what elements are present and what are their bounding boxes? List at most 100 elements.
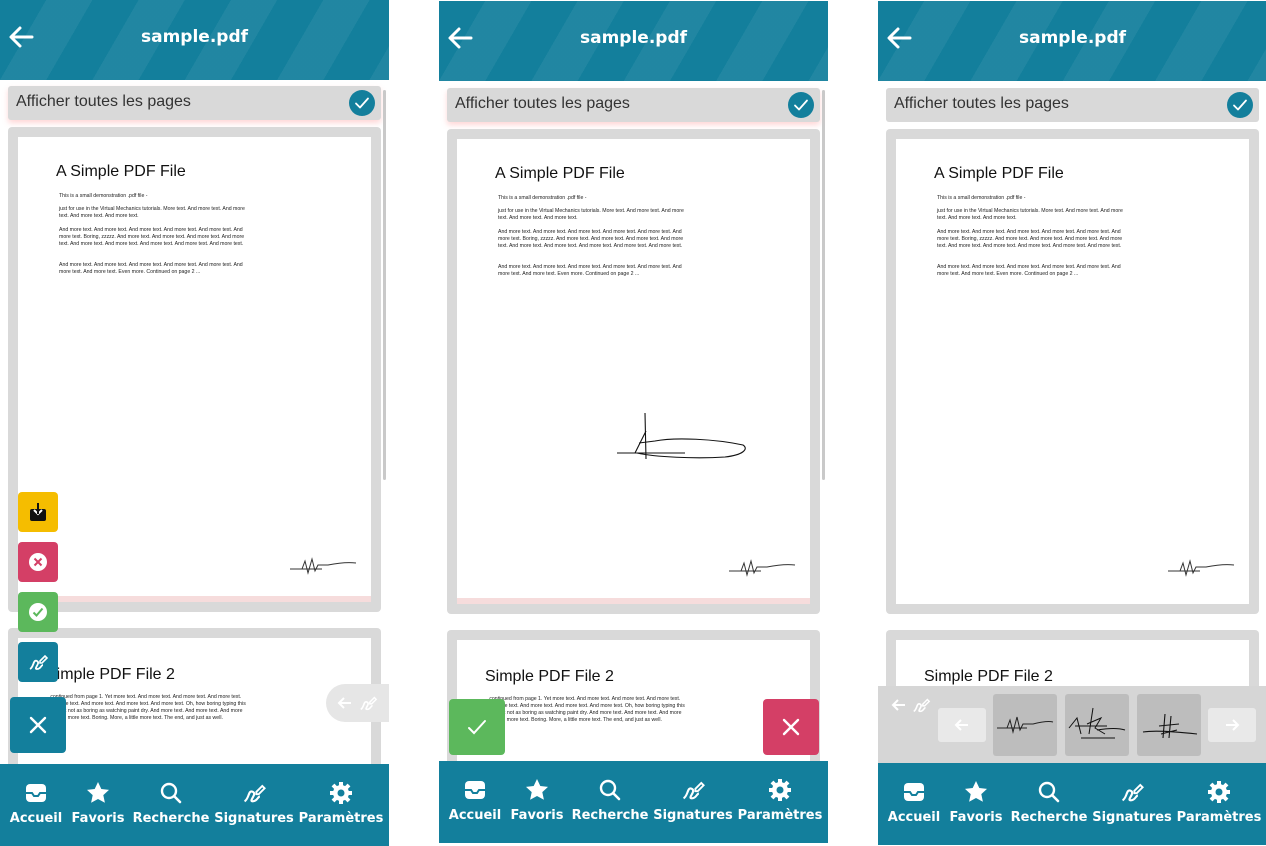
download-button[interactable] [18,492,58,532]
document-title: sample.pdf [140,27,249,47]
close-icon [29,716,47,734]
signature-icon [243,784,266,803]
tab-signatures[interactable]: Signatures [214,764,294,846]
check-icon[interactable] [788,92,814,118]
arrow-left-icon[interactable] [890,696,908,714]
page-card-1[interactable]: A Simple PDF File This is a small demons… [447,129,820,614]
star-icon [87,782,109,803]
show-all-pages-label: Afficher toutes les pages [455,95,630,112]
close-circle-icon [29,553,47,571]
show-all-pages-label: Afficher toutes les pages [16,93,191,110]
gear-icon [1208,781,1230,803]
arrow-left-icon [337,697,351,709]
pdf-page-2: Simple PDF File 2 ...continued from page… [18,638,371,778]
page-1-paragraph: just for use in the Virtual Mechanics tu… [59,206,245,219]
previous-signature-button[interactable] [938,708,986,742]
check-icon[interactable] [349,90,375,116]
scrollbar[interactable] [383,90,386,480]
confirm-signature-button[interactable] [449,699,505,755]
inbox-icon [26,784,46,802]
document-title: sample.pdf [1018,28,1127,48]
tab-label: Signatures [653,808,733,823]
tab-label: Favoris [949,810,1003,825]
cancel-signature-button[interactable] [763,699,819,755]
tab-label: Signatures [1092,810,1172,825]
check-icon[interactable] [1227,92,1253,118]
tab-label: Recherche [132,811,210,826]
page-2-title: Simple PDF File 2 [924,668,1053,685]
page-card-1[interactable]: A Simple PDF File This is a small demons… [886,129,1259,614]
signature-tray [878,686,1266,766]
document-title: sample.pdf [579,28,688,48]
page-divider [18,596,371,602]
bottom-tab-bar: Accueil Favoris Recherche Signatures Par… [878,763,1266,845]
page-2-paragraph: ...continued from page 1. Yet more text.… [485,696,685,723]
tab-label: Favoris [71,811,125,826]
placed-signature[interactable] [615,411,749,463]
page-1-title: A Simple PDF File [934,165,1064,182]
page-2-title: Simple PDF File 2 [46,666,175,683]
signature-option-1[interactable] [993,694,1057,756]
scrollbar[interactable] [822,90,825,480]
signature-icon [360,696,378,711]
show-all-pages-label: Afficher toutes les pages [894,95,1069,112]
pdf-page-2: Simple PDF File 2 ...continued from page… [457,640,810,780]
tab-accueil[interactable]: Accueil [888,763,940,845]
inbox-icon [904,783,924,801]
tab-favoris[interactable]: Favoris [72,764,124,846]
app-header: sample.pdf [0,0,389,80]
tab-favoris[interactable]: Favoris [511,761,563,843]
tab-signatures[interactable]: Signatures [653,761,733,843]
signature-drawer-handle[interactable] [326,684,389,722]
tab-label: Recherche [571,808,649,823]
sign-button[interactable] [18,642,58,682]
page-1-paragraph: And more text. And more text. And more t… [498,264,682,277]
signature-icon [29,654,49,670]
reject-button[interactable] [18,542,58,582]
tab-accueil[interactable]: Accueil [10,764,62,846]
tab-recherche[interactable]: Recherche [572,761,648,843]
tab-label: Paramètres [298,811,384,826]
close-menu-button[interactable] [10,697,66,753]
screen-signature-picker: sample.pdf Afficher toutes les pages A S… [878,0,1266,846]
tab-label: Paramètres [737,808,823,823]
tab-label: Recherche [1010,810,1088,825]
app-header: sample.pdf [439,1,828,81]
tab-recherche[interactable]: Recherche [1011,763,1087,845]
bottom-tab-bar: Accueil Favoris Recherche Signatures Par… [439,761,828,843]
tab-parametres[interactable]: Paramètres [738,761,822,843]
page-2-paragraph: ...continued from page 1. Yet more text.… [46,694,246,721]
search-icon [599,779,621,801]
close-icon [782,718,800,736]
signature-mark [729,559,796,577]
signature-icon [1121,783,1144,802]
search-icon [160,782,182,804]
page-card-1[interactable]: A Simple PDF File This is a small demons… [8,127,381,612]
page-1-paragraph: just for use in the Virtual Mechanics tu… [937,208,1123,221]
arrow-left-icon [954,719,968,731]
tab-accueil[interactable]: Accueil [449,761,501,843]
next-signature-button[interactable] [1208,708,1256,742]
signature-icon [682,781,705,800]
tab-parametres[interactable]: Paramètres [1177,763,1261,845]
tab-recherche[interactable]: Recherche [133,764,209,846]
pdf-page-1: A Simple PDF File This is a small demons… [457,139,810,604]
tab-signatures[interactable]: Signatures [1092,763,1172,845]
tab-favoris[interactable]: Favoris [950,763,1002,845]
approve-button[interactable] [18,592,58,632]
star-icon [526,779,548,800]
tab-parametres[interactable]: Paramètres [299,764,383,846]
signature-option-2[interactable] [1065,694,1129,756]
show-all-pages-toggle[interactable]: Afficher toutes les pages [886,88,1259,122]
bottom-tab-bar: Accueil Favoris Recherche Signatures Par… [0,764,389,846]
signature-option-3[interactable] [1137,694,1201,756]
screen-document-actions: sample.pdf Afficher toutes les pages A S… [0,0,389,846]
tab-label: Favoris [510,808,564,823]
show-all-pages-toggle[interactable]: Afficher toutes les pages [447,88,820,122]
download-icon [30,503,46,521]
arrow-right-icon [1226,719,1240,731]
screen-signature-placement: sample.pdf Afficher toutes les pages A S… [439,0,828,846]
inbox-icon [465,781,485,799]
show-all-pages-toggle[interactable]: Afficher toutes les pages [8,86,381,120]
gear-icon [769,779,791,801]
